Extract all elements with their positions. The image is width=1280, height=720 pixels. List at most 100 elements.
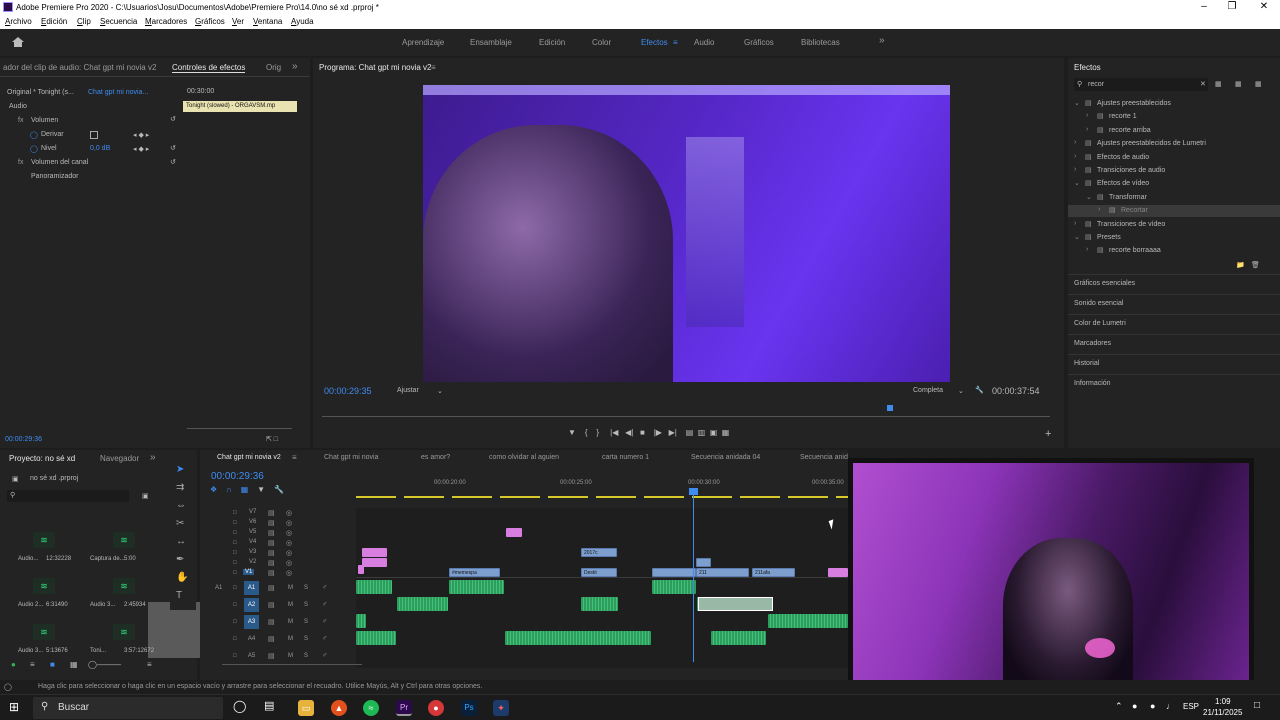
accelerated-effects-icon[interactable]: ▦ [1215, 80, 1222, 88]
panel-section[interactable]: Sonido esencial [1074, 300, 1123, 307]
panel-section[interactable]: Marcadores [1074, 340, 1111, 347]
lock-icon[interactable]: □ [233, 570, 237, 576]
mark-out-icon[interactable]: } [596, 428, 599, 437]
tree-item[interactable]: › ▤ recorte borraaaa [1068, 245, 1280, 257]
tree-item[interactable]: › ▤ Transiciones de audio [1068, 165, 1280, 177]
playhead-handle[interactable] [689, 488, 698, 495]
tab-audio-clip-mixer[interactable]: ador del clip de audio: Chat gpt mi novi… [3, 63, 156, 72]
clear-search-icon[interactable]: ✕ [1200, 80, 1206, 88]
toggle-sync-icon[interactable]: ▤ [268, 618, 275, 626]
lock-icon[interactable]: □ [233, 510, 237, 516]
new-folder-icon[interactable]: 📁 [1236, 261, 1245, 269]
playhead-line[interactable] [693, 490, 694, 662]
tree-item[interactable]: › ▤ Ajustes preestablecidos de Lumetri [1068, 138, 1280, 150]
audio-clip[interactable] [505, 631, 651, 645]
timeline-tab[interactable]: Secuencia anidada 04 [691, 454, 760, 461]
mute-button[interactable]: M [288, 585, 293, 591]
stop-icon[interactable]: ■ [640, 428, 645, 437]
windows-start-icon[interactable]: ⊞ [9, 700, 19, 714]
track-label[interactable]: A5 [244, 649, 259, 663]
menu-ayuda[interactable]: Ayuda [291, 17, 314, 26]
mute-button[interactable]: M [288, 653, 293, 659]
toggle-sync-icon[interactable]: ▤ [268, 539, 275, 547]
new-bin-icon[interactable]: ▣ [142, 492, 149, 500]
timeline-tab[interactable]: como olvidar al aguien [489, 454, 559, 461]
tree-item[interactable]: ⌄ ▤ Transformar [1068, 192, 1280, 204]
restore-icon[interactable]: ❐ [1218, 0, 1246, 15]
toggle-sync-icon[interactable]: ▤ [268, 529, 275, 537]
export-icon[interactable]: ⇱ □ [266, 435, 278, 443]
mute-button[interactable]: M [288, 636, 293, 642]
time-ruler[interactable]: 00:00:20:00 00:00:25:00 00:00:30:00 00:00:3… [356, 478, 848, 498]
tree-item[interactable]: ⌄ ▤ Efectos de vídeo [1068, 178, 1280, 190]
tray-icon[interactable]: ● [1132, 701, 1137, 711]
ws-edicion[interactable]: Edición [539, 38, 565, 47]
timeline-clip[interactable] [828, 568, 848, 577]
audio-waveform-icon[interactable]: ≋ [113, 624, 135, 640]
32bit-effects-icon[interactable]: ▦ [1235, 80, 1242, 88]
toggle-sync-icon[interactable]: ▤ [268, 569, 275, 577]
timeline-clip[interactable]: #memespa [449, 568, 500, 577]
eye-icon[interactable]: ◎ [286, 559, 292, 567]
more-workspaces-icon[interactable]: » [879, 35, 885, 46]
stopwatch-icon[interactable]: ◯ [30, 131, 38, 139]
freeform-view-icon[interactable]: ▦ [70, 660, 78, 669]
audio-clip[interactable] [581, 597, 618, 611]
taskbar-search[interactable]: ⚲ Buscar [33, 697, 223, 719]
nest-icon[interactable]: ❖ [210, 485, 217, 494]
yuv-effects-icon[interactable]: ▦ [1255, 80, 1262, 88]
lock-icon[interactable]: □ [233, 560, 237, 566]
ws-bibliotecas[interactable]: Bibliotecas [801, 38, 840, 47]
ws-ensamblaje[interactable]: Ensamblaje [470, 38, 512, 47]
timeline-clip[interactable] [362, 548, 387, 557]
photoshop-icon[interactable]: Ps [461, 700, 477, 716]
menu-ventana[interactable]: Ventana [253, 17, 282, 26]
project-search-input[interactable]: ⚲ [7, 490, 129, 502]
mic-icon[interactable]: ♂ [322, 635, 327, 642]
go-to-out-icon[interactable]: ▶| [669, 428, 677, 437]
toggle-sync-icon[interactable]: ▤ [268, 559, 275, 567]
panel-section[interactable]: Historial [1074, 360, 1099, 367]
language-indicator[interactable]: ESP [1183, 702, 1199, 711]
eye-icon[interactable]: ◎ [286, 519, 292, 527]
menu-marcadores[interactable]: Marcadores [145, 17, 187, 26]
tree-item[interactable]: › ▤ Recortar [1068, 205, 1280, 218]
menu-graficos[interactable]: Gráficos [195, 17, 225, 26]
timeline-clip[interactable] [696, 558, 711, 567]
track-label[interactable]: A1 [244, 581, 259, 595]
lock-icon[interactable]: □ [233, 540, 237, 546]
clock-date[interactable]: 21/11/2025 [1203, 708, 1242, 717]
reset-icon[interactable]: ↺ [170, 144, 176, 152]
menu-edicion[interactable]: Edición [41, 17, 67, 26]
fit-dropdown[interactable]: Ajustar [397, 387, 419, 394]
ripple-tool-icon[interactable]: ⇔ [176, 500, 186, 511]
selection-tool-icon[interactable]: ➤ [176, 464, 184, 475]
mute-button[interactable]: M [288, 602, 293, 608]
close-icon[interactable]: ✕ [1250, 0, 1278, 15]
track-label[interactable]: A4 [244, 632, 259, 646]
toggle-sync-icon[interactable]: ▤ [268, 519, 275, 527]
lock-icon[interactable]: □ [233, 585, 237, 591]
marker-icon[interactable]: ▼ [568, 428, 576, 437]
tree-item[interactable]: › ▤ recorte arriba [1068, 125, 1280, 137]
hand-tool-icon[interactable]: ✋ [176, 572, 188, 583]
step-back-icon[interactable]: ◀| [625, 428, 633, 437]
mic-icon[interactable]: ♂ [322, 584, 327, 591]
timeline-clip[interactable] [506, 528, 522, 537]
app-icon[interactable]: ✦ [493, 700, 509, 716]
lock-icon[interactable]: □ [233, 619, 237, 625]
solo-button[interactable]: S [304, 585, 308, 591]
effects-search-field[interactable]: ⚲ recor ✕ [1074, 78, 1208, 91]
panel-more-icon[interactable]: » [292, 61, 298, 72]
delete-icon[interactable]: 🗑 [1251, 261, 1260, 269]
volume-icon[interactable]: ♩ [1166, 701, 1175, 711]
tab-effect-controls[interactable]: Controles de efectos [172, 63, 246, 73]
add-marker-icon[interactable]: ▼ [257, 485, 265, 494]
nivel-value[interactable]: 0,0 dB [90, 145, 110, 152]
ws-graficos[interactable]: Gráficos [744, 38, 774, 47]
notifications-icon[interactable]: □ [1254, 700, 1260, 711]
lock-icon[interactable]: ● [11, 660, 16, 669]
tree-item[interactable]: ⌄ ▤ Ajustes preestablecidos [1068, 98, 1280, 110]
timeline-tab[interactable]: es amor? [421, 454, 450, 461]
menu-ver[interactable]: Ver [232, 17, 244, 26]
